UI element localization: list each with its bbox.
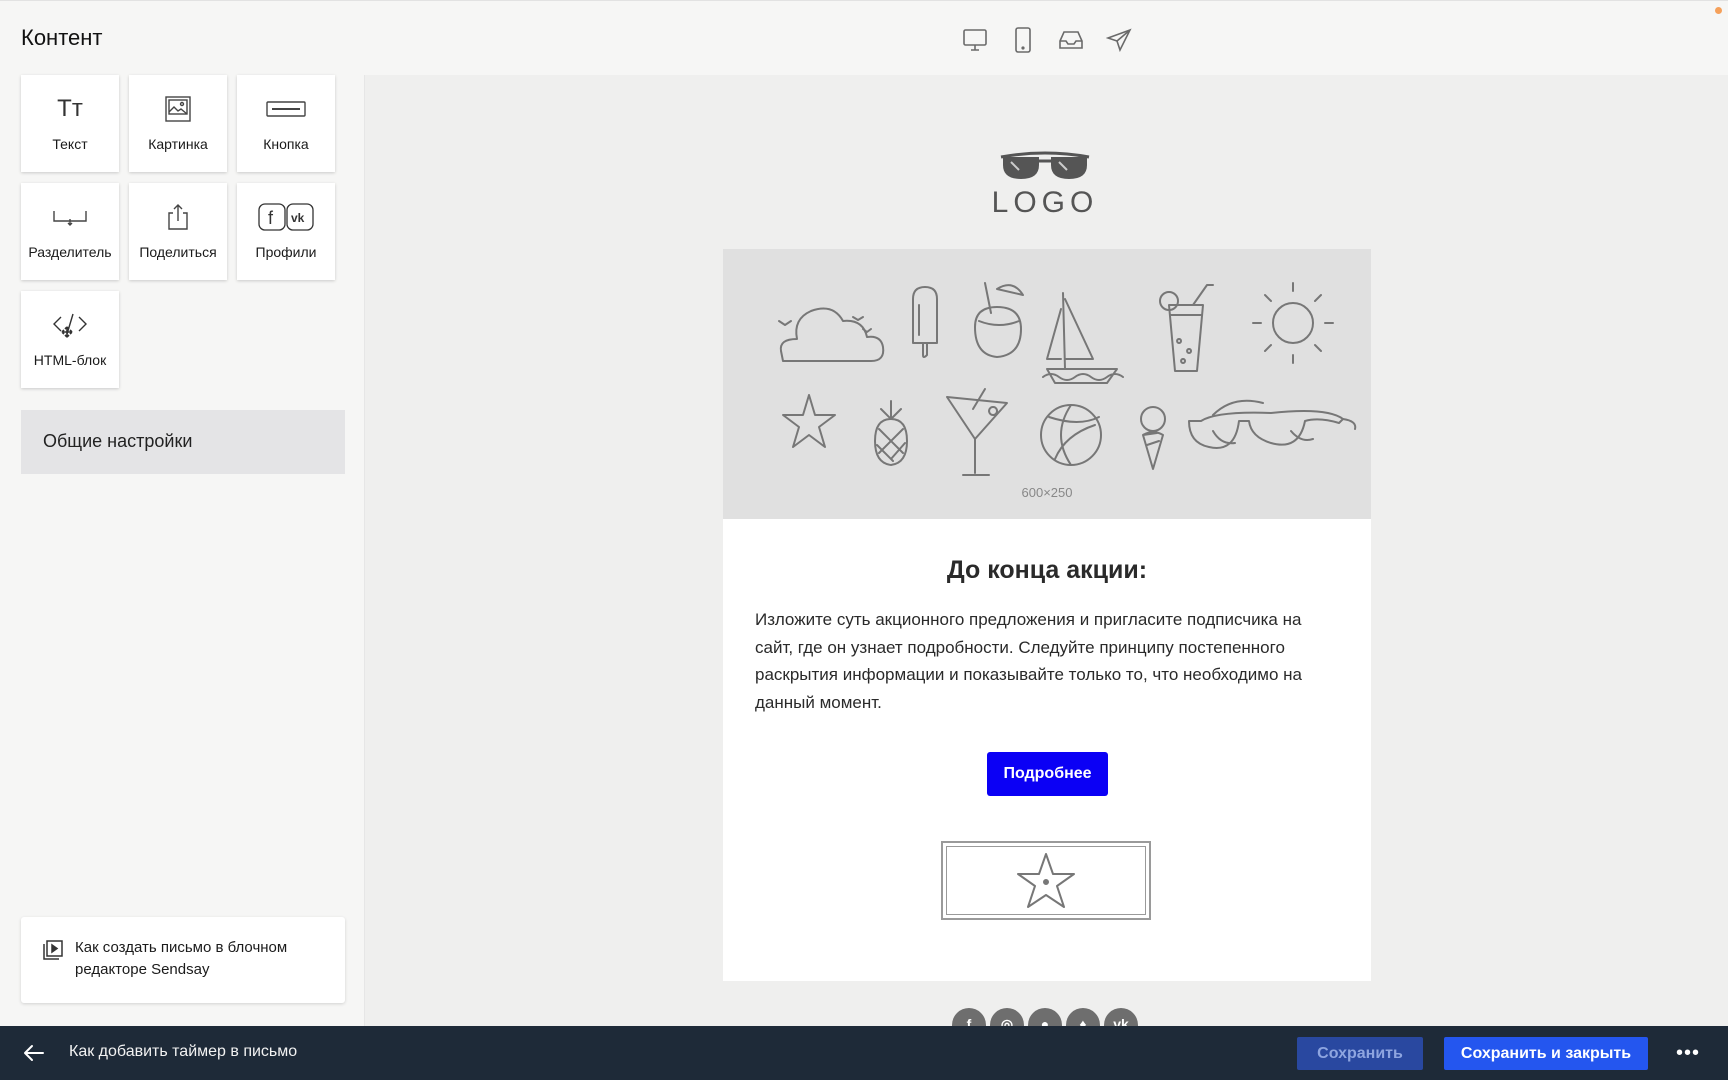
- email-canvas: LOGO 600×250 До конца акции: Изложите су…: [365, 75, 1728, 1026]
- block-divider[interactable]: Разделитель: [21, 183, 119, 280]
- block-label: Профили: [255, 244, 317, 260]
- hero-size-label: 600×250: [1021, 485, 1073, 500]
- help-link[interactable]: Как создать письмо в блочном редакторе S…: [75, 937, 325, 981]
- block-html[interactable]: HTML-блок: [21, 291, 119, 388]
- panel-title: Контент: [21, 25, 103, 50]
- svg-text:vk: vk: [291, 211, 305, 225]
- twitter-icon[interactable]: ♦: [1066, 1008, 1100, 1026]
- code-icon: [52, 308, 88, 342]
- block-label: Текст: [52, 136, 88, 152]
- svg-text:f: f: [268, 208, 274, 228]
- block-button[interactable]: Кнопка: [237, 75, 335, 172]
- cta-button[interactable]: Подробнее: [987, 752, 1108, 796]
- block-label: Кнопка: [263, 136, 309, 152]
- bottom-bar: Как добавить таймер в письмо Сохранить С…: [0, 1026, 1728, 1080]
- button-icon: [266, 92, 306, 126]
- text-icon: Тт: [57, 95, 83, 122]
- block-label: Картинка: [148, 136, 208, 152]
- general-settings-label: Общие настройки: [43, 431, 193, 451]
- block-label: Поделиться: [139, 244, 217, 260]
- help-card[interactable]: Как создать письмо в блочном редакторе S…: [21, 917, 345, 1003]
- save-button[interactable]: Сохранить: [1297, 1037, 1423, 1070]
- block-text[interactable]: Тт Текст: [21, 75, 119, 172]
- block-label: Разделитель: [28, 244, 112, 260]
- hero-image[interactable]: 600×250: [723, 249, 1371, 519]
- odnoklassniki-icon[interactable]: ●: [1028, 1008, 1062, 1026]
- email-title: До конца акции:: [946, 556, 1148, 584]
- block-share[interactable]: Поделиться: [129, 183, 227, 280]
- block-profiles[interactable]: f vk Профили: [237, 183, 335, 280]
- image-icon: [164, 92, 192, 126]
- block-label: HTML-блок: [33, 352, 107, 368]
- email-logo[interactable]: LOGO: [992, 147, 1097, 219]
- vk-icon[interactable]: vk: [1104, 1008, 1138, 1026]
- view-toggles: [958, 23, 1136, 57]
- email-body-text: Изложите суть акционного предложения и п…: [755, 610, 1303, 712]
- send-icon[interactable]: [1102, 23, 1136, 57]
- video-playlist-icon: [42, 939, 64, 966]
- more-options-icon[interactable]: •••: [1676, 1040, 1700, 1066]
- social-profiles-icon: f vk: [258, 200, 314, 234]
- general-settings-button[interactable]: Общие настройки: [21, 410, 345, 474]
- timer-help-link[interactable]: Как добавить таймер в письмо: [69, 1043, 297, 1061]
- email-content-block[interactable]: До конца акции: Изложите суть акционного…: [723, 519, 1371, 981]
- instagram-icon[interactable]: ◎: [990, 1008, 1024, 1026]
- logo-text: LOGO: [993, 186, 1097, 217]
- desktop-icon[interactable]: [958, 23, 992, 57]
- social-icons-row: f ◎ ● ♦ vk: [952, 1008, 1138, 1026]
- save-and-close-button[interactable]: Сохранить и закрыть: [1444, 1037, 1648, 1070]
- divider-icon: [52, 200, 88, 234]
- notification-dot: [1715, 7, 1722, 14]
- starfish-icon: [946, 846, 1146, 915]
- inbox-icon[interactable]: [1054, 23, 1088, 57]
- decorative-banner[interactable]: [941, 841, 1151, 920]
- content-sidebar: Тт Текст Картинка Кнопка Разделитель Под…: [0, 75, 365, 1026]
- top-bar: Контент: [0, 0, 1728, 75]
- block-image[interactable]: Картинка: [129, 75, 227, 172]
- back-arrow-icon[interactable]: [20, 1040, 48, 1066]
- mobile-icon[interactable]: [1006, 23, 1040, 57]
- facebook-icon[interactable]: f: [952, 1008, 986, 1026]
- share-icon: [166, 200, 190, 234]
